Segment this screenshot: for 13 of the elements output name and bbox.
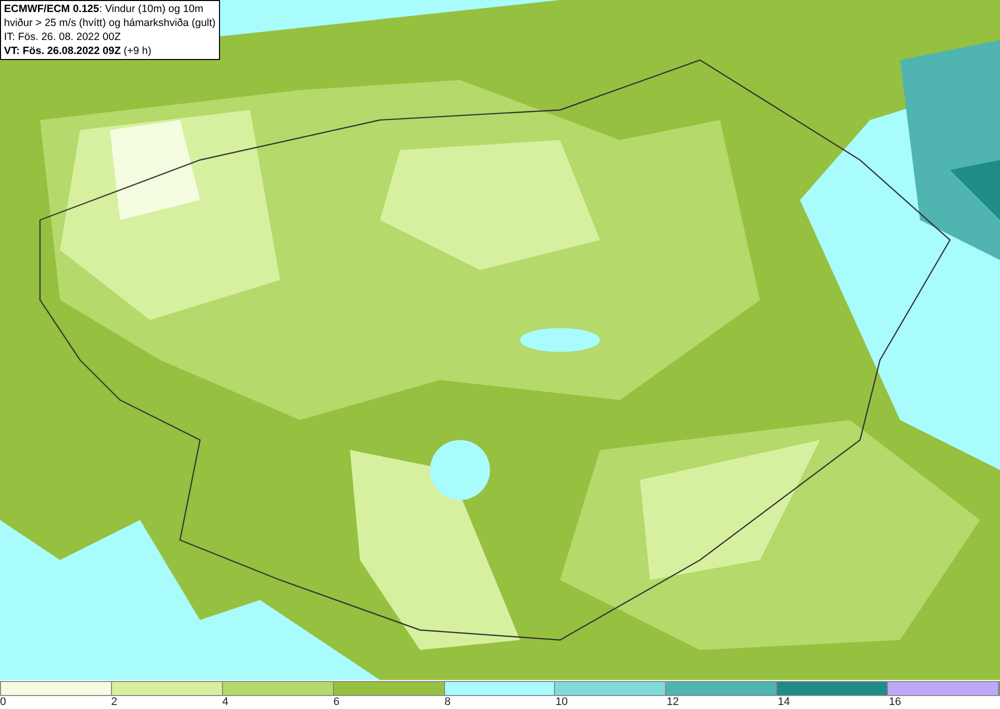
legend-tick-label: 14: [778, 696, 790, 708]
legend-tick-label: 16: [888, 696, 902, 708]
legend-tick-label: 6: [333, 696, 340, 708]
legend-tick-label: 10: [556, 696, 568, 708]
info-text: VT: Fös. 26.08.2022 09Z (+9 h): [4, 44, 152, 58]
info-text: hviður > 25 m/s (hvítt) og hámarkshviða (gult): [4, 16, 216, 30]
legend-tick-label: 8: [444, 696, 451, 708]
legend-tick-label: 0: [0, 696, 6, 708]
legend-tick-label: 2: [111, 696, 118, 708]
info-text: IT: Fös. 26. 08. 2022 00Z: [4, 30, 122, 44]
legend-tick-label: 12: [666, 696, 679, 708]
info-text: ECMWF/ECM 0.125: Vindur (10m) og 10m: [4, 2, 204, 16]
legend-tick-label: 4: [222, 696, 228, 708]
